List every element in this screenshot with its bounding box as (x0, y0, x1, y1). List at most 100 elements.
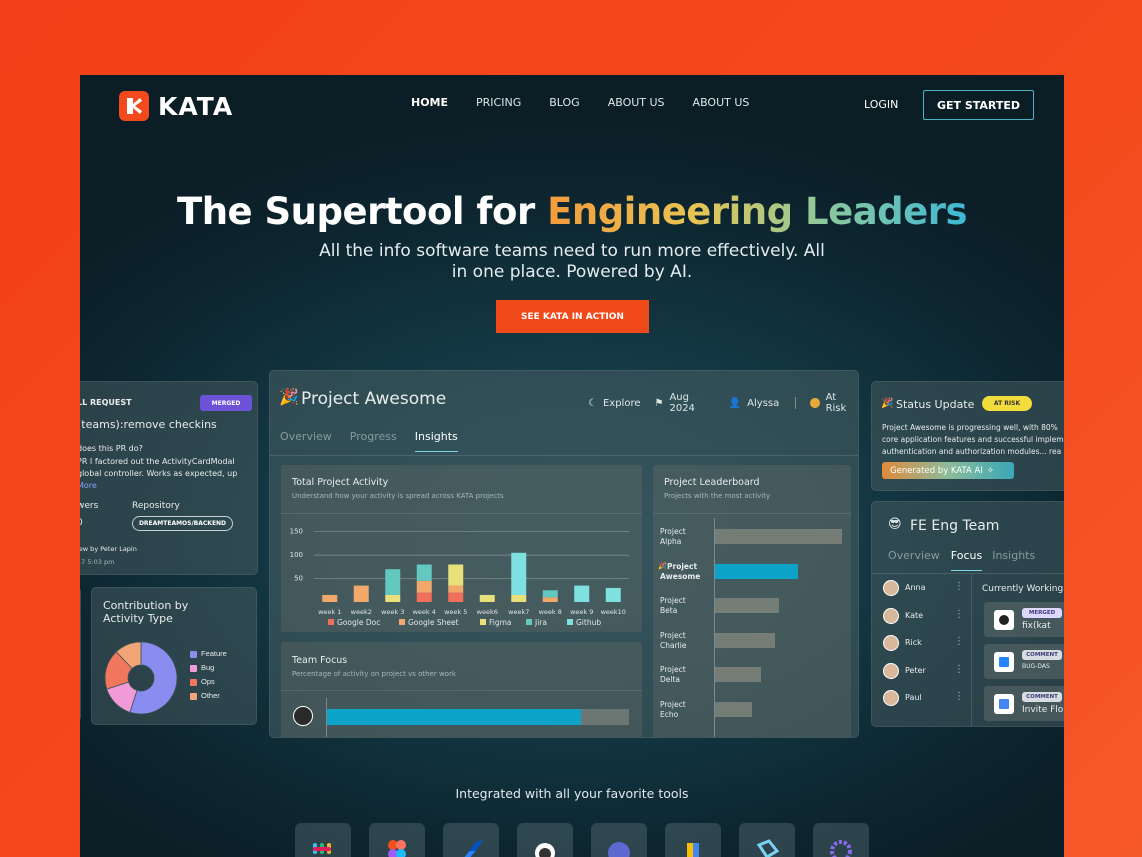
project-awesome-card: 🎉 Project Awesome ☾ Explore ⚑ Aug 2024 👤 Al… (269, 370, 859, 738)
x-tick-label: week6 (477, 608, 498, 616)
review-by: iew by Peter Lapin (80, 545, 137, 553)
item-icon-glyph (999, 657, 1009, 667)
bar-figma (448, 564, 464, 586)
leaderboard-name-line1: Project (660, 699, 686, 709)
bar-figma (511, 594, 527, 602)
nav-about-us-2[interactable]: ABOUT US (693, 96, 750, 109)
pr-body-1: PR I factored out the ActivityCardModal (80, 457, 235, 466)
tab-progress[interactable]: Progress (350, 430, 397, 452)
hero-title-prefix: The Supertool for (176, 190, 548, 233)
jira-icon[interactable] (443, 823, 499, 857)
github-icon (994, 610, 1014, 630)
tab-insights[interactable]: Insights (414, 430, 458, 452)
activity-bar-chart: 50 100 150 week 1 week2 week 3 week 4 week 5 wee… (290, 528, 629, 627)
legend-swatch (399, 619, 405, 625)
reviewers-label: wers (80, 501, 99, 511)
login-link[interactable]: LOGIN (864, 98, 898, 111)
contribution-donut-chart (104, 641, 178, 715)
bar-figma (479, 594, 495, 602)
team-focus-fill (327, 709, 581, 725)
fe-tab-insights[interactable]: Insights (992, 549, 1035, 571)
member-avatar (883, 690, 899, 706)
ai-generated-text: Generated by KATA AI (890, 465, 983, 476)
y-tick-label: 100 (290, 551, 303, 559)
figma-icon[interactable] (369, 823, 425, 857)
member-name: Rick (905, 638, 922, 647)
project-status: At Risk (825, 392, 847, 414)
bar-github (605, 587, 621, 602)
item-text: BUG-DAS (1022, 663, 1050, 670)
get-started-button[interactable]: GET STARTED (923, 90, 1034, 120)
pr-label: LL REQUEST (80, 398, 132, 407)
linear-icon[interactable] (591, 823, 647, 857)
leaderboard-subtitle: Projects with the most activity (664, 492, 771, 500)
bar-google-doc (448, 592, 464, 602)
slack-icon[interactable] (295, 823, 351, 857)
nav-home[interactable]: HOME (411, 96, 448, 109)
status-line-1: Project Awesome is progressing well, wit… (882, 423, 1058, 432)
x-tick-label: week 1 (318, 608, 341, 616)
see-kata-in-action-button[interactable]: SEE KATA IN ACTION (496, 300, 649, 333)
bar-google-sheet (416, 580, 432, 593)
nav-pricing[interactable]: PRICING (476, 96, 521, 109)
explore-link[interactable]: Explore (603, 398, 641, 409)
member-menu-icon[interactable]: ⋮ (954, 581, 964, 592)
leaderboard-bar (715, 598, 779, 613)
legend-feature-label: Feature (201, 649, 227, 658)
tab-overview[interactable]: Overview (280, 430, 332, 452)
member-avatar (883, 635, 899, 651)
retool-icon[interactable] (739, 823, 795, 857)
leaderboard-bar (715, 667, 761, 682)
legend-swatch (328, 619, 334, 625)
legend-label: Google Doc (337, 618, 380, 627)
team-focus-panel: Team Focus Percentage of activity on pro… (281, 642, 642, 737)
brand-logo[interactable]: KATA (119, 91, 233, 121)
leaderboard-bar (715, 632, 775, 648)
item-badge: COMMENT (1022, 692, 1062, 702)
member-menu-icon[interactable]: ⋮ (954, 609, 964, 620)
fe-tab-focus[interactable]: Focus (950, 549, 983, 571)
project-date: Aug 2024 (669, 392, 695, 414)
leaderboard-name-line1: Project (660, 630, 686, 640)
member-menu-icon[interactable]: ⋮ (954, 636, 964, 647)
legend-label: Google Sheet (408, 618, 459, 627)
total-project-activity-panel: Total Project Activity Understand how yo… (281, 465, 642, 632)
pr-title: (teams):remove checkins (80, 418, 217, 431)
x-tick-label: week 9 (570, 608, 593, 616)
member-name: Paul (905, 693, 922, 702)
leaderboard-name-line2: Echo (660, 709, 679, 719)
bar-google-sheet (542, 597, 558, 602)
fe-tab-overview[interactable]: Overview (888, 549, 940, 571)
legend-ops-label: Ops (201, 677, 215, 686)
status-emoji: 🎉 (881, 398, 894, 409)
google-docs-icon[interactable] (665, 823, 721, 857)
y-tick-label: 150 (290, 528, 303, 536)
leaderboard-name-line2: Awesome (660, 571, 701, 581)
member-menu-icon[interactable]: ⋮ (954, 691, 964, 702)
project-owner: Alyssa (747, 397, 780, 409)
left-stub-card (80, 587, 81, 722)
project-emoji: 🎉 (279, 387, 299, 406)
item-text: Invite Flo (1022, 705, 1064, 715)
nav-blog[interactable]: BLOG (549, 96, 579, 109)
leaderboard-name-line2: Charlie (660, 640, 687, 650)
sentry-icon[interactable] (813, 823, 869, 857)
legend-other-label: Other (201, 691, 220, 700)
pr-body-2: global controller. Works as expected, up (80, 469, 238, 478)
status-title: Status Update (896, 398, 975, 411)
nav-about-us[interactable]: ABOUT US (608, 96, 665, 109)
legend-ops: Ops (190, 677, 227, 691)
member-menu-icon[interactable]: ⋮ (954, 664, 964, 675)
x-tick-label: week10 (601, 608, 626, 616)
leaderboard-bar (715, 529, 842, 544)
bar-google-doc (416, 592, 432, 602)
bar-google-sheet (322, 594, 338, 602)
github-icon[interactable] (517, 823, 573, 857)
google-docs-icon (994, 694, 1014, 714)
project-title: Project Awesome (301, 389, 447, 409)
fe-tabs-divider (872, 573, 1064, 574)
status-line-3: authentication and authorization modules… (882, 447, 1062, 456)
pr-more-link[interactable]: More (80, 481, 97, 490)
team-focus-avatar (293, 706, 313, 726)
reviewers-value: 0 (80, 518, 83, 528)
